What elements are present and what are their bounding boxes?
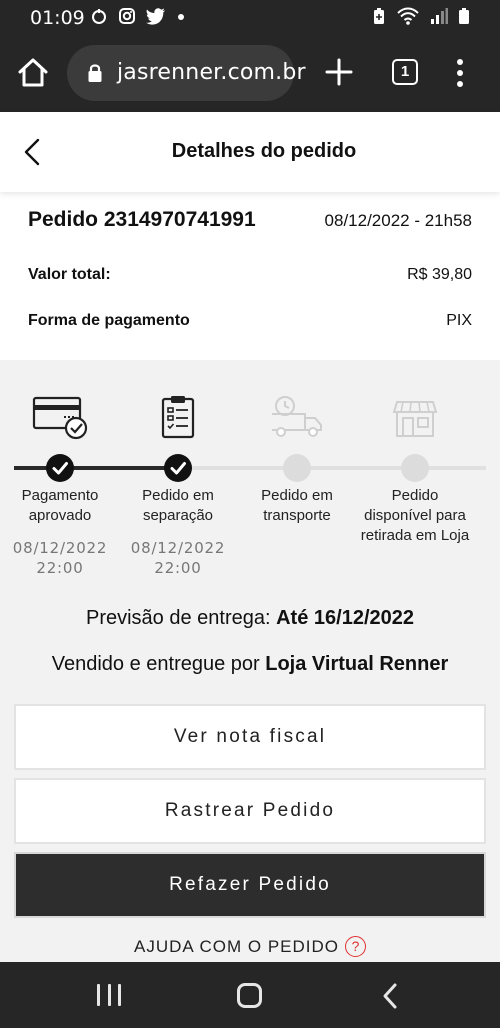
step-pending-dot: [283, 454, 311, 482]
status-bar: 01:09: [0, 0, 500, 34]
battery-icon: [458, 7, 470, 29]
home-button[interactable]: [14, 54, 52, 92]
system-home-button[interactable]: [237, 983, 262, 1008]
step-date: 08/12/2022 22:00: [130, 539, 226, 577]
delivery-truck-icon: [267, 394, 327, 445]
total-label: Valor total:: [28, 266, 111, 283]
payment-value: PIX: [446, 312, 472, 329]
status-time: 01:09: [30, 7, 85, 29]
lock-icon: [88, 64, 102, 82]
dot-icon: [176, 7, 186, 30]
seller-name: Loja Virtual Renner: [265, 653, 449, 675]
twitter-icon: [146, 7, 166, 30]
clipboard-checklist-icon: [158, 394, 198, 445]
check-icon: [170, 462, 186, 475]
menu-dot-icon: [457, 81, 463, 87]
page-header: Detalhes do pedido: [0, 112, 500, 192]
help-link[interactable]: AJUDA COM O PEDIDO?: [0, 936, 500, 957]
seller-info: Vendido e entregue por Loja Virtual Renn…: [0, 653, 500, 676]
signal-icon: [430, 7, 448, 29]
check-icon: [52, 462, 68, 475]
seller-prefix: Vendido e entregue por: [51, 653, 266, 675]
recent-bar-icon: [97, 984, 100, 1006]
credit-card-check-icon: [32, 394, 88, 445]
total-value: R$ 39,80: [407, 266, 472, 283]
recent-bar-icon: [118, 984, 121, 1006]
new-tab-button[interactable]: [322, 55, 356, 89]
invoice-button[interactable]: Ver nota fiscal: [14, 704, 486, 770]
battery-saver-icon: [372, 7, 386, 29]
step-done-dot: [46, 454, 74, 482]
store-icon: [391, 394, 439, 445]
tracker-pending-line: [178, 466, 486, 470]
status-left-icons: [90, 7, 186, 30]
menu-dot-icon: [457, 70, 463, 76]
order-number: Pedido 2314970741991: [28, 208, 256, 231]
delivery-estimate: Previsão de entrega: Até 16/12/2022: [0, 607, 500, 630]
address-bar[interactable]: jasrenner.com.br: [67, 45, 306, 101]
order-summary: Pedido 2314970741991 08/12/2022 - 21h58 …: [0, 192, 500, 360]
tab-switcher-button[interactable]: 1: [392, 59, 418, 85]
menu-dot-icon: [457, 59, 463, 65]
step-date: 08/12/2022 22:00: [12, 539, 108, 577]
wifi-icon: [396, 7, 420, 29]
page-title: Detalhes do pedido: [171, 140, 357, 162]
recent-bar-icon: [107, 984, 111, 1006]
step-label: Pedido em separação: [142, 487, 214, 524]
order-date: 08/12/2022 - 21h58: [324, 211, 472, 230]
browser-menu-button[interactable]: [450, 56, 470, 90]
home-icon: [18, 58, 48, 87]
step-pending-dot: [401, 454, 429, 482]
order-tracker: Pagamento aprovado 08/12/2022 22:00 Pedi…: [0, 380, 500, 590]
step-label: Pagamento aprovado: [21, 487, 99, 524]
nfc-icon: [90, 7, 108, 30]
browser-toolbar: jasrenner.com.br 1: [0, 34, 500, 112]
tracker-progress-line: [14, 466, 178, 470]
chevron-left-icon: [383, 983, 397, 1009]
help-label: AJUDA COM O PEDIDO: [133, 937, 340, 956]
step-label: Pedido disponível para retirada em Loja: [360, 487, 470, 544]
step-label: Pedido em transporte: [261, 487, 333, 524]
payment-label: Forma de pagamento: [28, 312, 190, 329]
system-nav-bar: [0, 962, 500, 1028]
system-back-button[interactable]: [378, 982, 402, 1010]
instagram-icon: [118, 7, 136, 30]
recent-apps-button[interactable]: [97, 984, 121, 1006]
reorder-button[interactable]: Refazer Pedido: [14, 852, 486, 918]
delivery-date: Até 16/12/2022: [276, 607, 414, 629]
url-text: jasrenner.com.br: [117, 60, 306, 85]
step-done-dot: [164, 454, 192, 482]
question-icon: ?: [345, 936, 367, 957]
track-order-button[interactable]: Rastrear Pedido: [14, 778, 486, 844]
status-right-icons: [372, 7, 470, 29]
delivery-prefix: Previsão de entrega:: [85, 607, 277, 629]
plus-icon: [325, 58, 353, 86]
